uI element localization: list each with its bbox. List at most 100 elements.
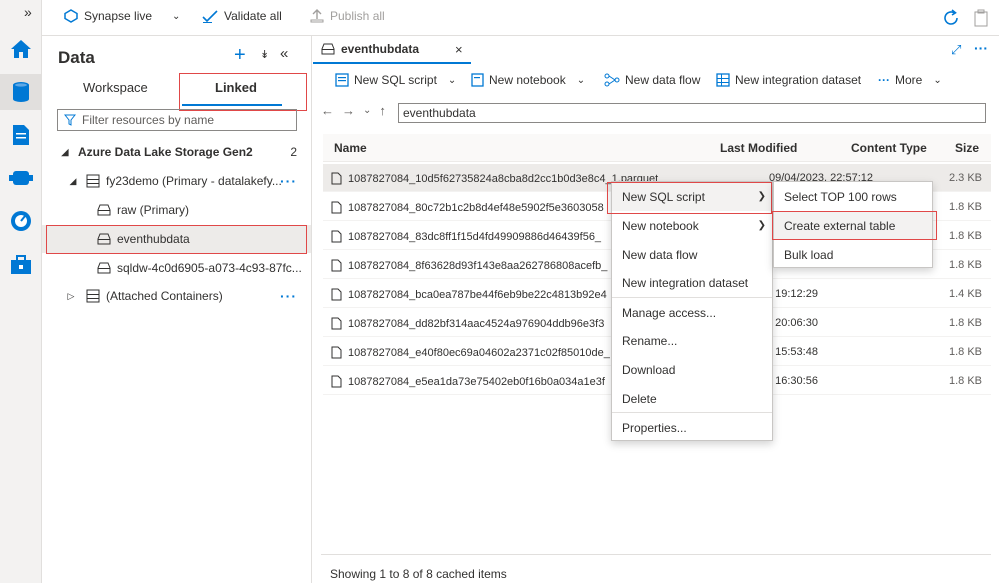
forward-arrow-icon[interactable]: →: [342, 103, 355, 118]
new-notebook-button[interactable]: New notebook ⌄: [470, 73, 585, 87]
filter-placeholder: Filter resources by name: [82, 113, 215, 127]
more-dots-icon: ···: [878, 73, 890, 87]
section-label: Azure Data Lake Storage Gen2: [78, 145, 253, 159]
file-size: 1.8 KB: [949, 201, 983, 213]
manage-hub-icon[interactable]: [6, 250, 36, 280]
command-bar: New SQL script ⌄ New notebook ⌄ New data…: [313, 66, 999, 96]
menu-item-label: New notebook: [622, 218, 699, 233]
status-bar: Showing 1 to 8 of 8 cached items: [321, 554, 991, 581]
collapse-caret-icon: ◢: [69, 175, 77, 186]
column-header-content-type[interactable]: Content Type: [851, 141, 927, 155]
expand-rail-icon[interactable]: »: [24, 4, 32, 20]
container-icon: [321, 43, 335, 55]
submenu-item-bulk-load[interactable]: Bulk load: [774, 240, 932, 269]
data-hub-icon[interactable]: [0, 74, 42, 110]
back-arrow-icon[interactable]: ←: [321, 103, 334, 118]
add-resource-icon[interactable]: +: [234, 44, 246, 67]
new-integration-dataset-label: New integration dataset: [735, 73, 862, 87]
path-input[interactable]: eventhubdata: [398, 103, 986, 123]
file-name: 1087827084_8f63628d93f143e8aa262786808ac…: [348, 259, 608, 272]
highlight-box-create-external-table: [772, 211, 937, 240]
more-commands-button[interactable]: ··· More ⌄: [878, 73, 942, 87]
menu-item-new-integration-dataset[interactable]: New integration dataset: [612, 268, 772, 297]
menu-item-new-data-flow[interactable]: New data flow: [612, 240, 772, 269]
tab-workspace[interactable]: Workspace: [83, 80, 148, 95]
synapse-icon: [64, 9, 78, 23]
menu-item-manage-access[interactable]: Manage access...: [612, 298, 772, 327]
file-size: 2.3 KB: [949, 172, 983, 184]
container-icon: [97, 204, 111, 216]
menu-item-label: Delete: [622, 391, 657, 406]
data-flow-icon: [604, 73, 620, 87]
file-icon: [331, 230, 342, 243]
context-menu: New SQL script ❯ New notebook ❯ New data f…: [611, 181, 773, 441]
monitor-hub-icon[interactable]: [6, 206, 36, 236]
storage-account-icon: [86, 289, 100, 303]
collapse-all-icon[interactable]: ↡: [260, 48, 269, 61]
notebook-icon: [471, 73, 484, 87]
tree-item-attached-containers[interactable]: ▷ (Attached Containers) ···: [42, 282, 311, 310]
column-header-last-modified[interactable]: Last Modified: [720, 141, 797, 155]
submenu-item-label: Select TOP 100 rows: [784, 189, 897, 204]
home-icon[interactable]: [6, 34, 36, 64]
menu-item-delete[interactable]: Delete: [612, 384, 772, 413]
validate-icon: [202, 10, 218, 23]
history-chevron-icon[interactable]: ⌄: [363, 105, 371, 116]
refresh-icon[interactable]: [942, 9, 960, 27]
chevron-down-icon: ⌄: [933, 74, 942, 86]
menu-item-label: New data flow: [622, 247, 698, 262]
validate-all-button[interactable]: Validate all: [202, 9, 282, 23]
close-icon[interactable]: ×: [455, 42, 463, 57]
develop-hub-icon[interactable]: [6, 120, 36, 150]
top-toolbar: Synapse live ⌄ Validate all Publish all: [42, 0, 999, 36]
tree-item-container[interactable]: raw (Primary): [42, 196, 311, 224]
tab-eventhubdata[interactable]: eventhubdata ×: [313, 36, 471, 64]
file-table-header: Name Last Modified Content Type Size: [323, 134, 991, 162]
new-data-flow-button[interactable]: New data flow: [604, 73, 700, 87]
file-name: 1087827084_dd82bf314aac4524a976904ddb96e…: [348, 317, 605, 330]
menu-item-rename[interactable]: Rename...: [612, 326, 772, 355]
publish-all-button[interactable]: Publish all: [310, 9, 385, 23]
status-text: Showing 1 to 8 of 8 cached items: [330, 567, 507, 581]
column-header-size[interactable]: Size: [955, 141, 979, 155]
menu-item-label: Download: [622, 362, 676, 377]
synapse-live-button[interactable]: Synapse live ⌄: [64, 9, 180, 23]
container-icon: [97, 262, 111, 274]
maximize-icon[interactable]: ⤢: [951, 42, 961, 58]
dataset-icon: [716, 73, 730, 87]
highlight-box-selected-container: [46, 225, 307, 254]
chevron-down-icon: ⌄: [172, 10, 181, 22]
section-adls-gen2[interactable]: ◢ Azure Data Lake Storage Gen2 2: [42, 138, 311, 166]
integrate-hub-icon[interactable]: [6, 163, 36, 193]
new-sql-script-button[interactable]: New SQL script ⌄: [335, 73, 456, 87]
file-size: 1.8 KB: [949, 230, 983, 242]
navigation-controls: ← → ⌄ ↑: [321, 103, 386, 118]
menu-item-new-notebook[interactable]: New notebook ❯: [612, 211, 772, 240]
tab-more-icon[interactable]: ···: [974, 40, 988, 56]
menu-item-download[interactable]: Download: [612, 355, 772, 384]
filter-icon: [64, 114, 76, 126]
pane-title: Data: [58, 48, 95, 67]
new-integration-dataset-button[interactable]: New integration dataset: [716, 73, 861, 87]
collapse-pane-icon[interactable]: «: [280, 45, 288, 62]
section-count: 2: [290, 145, 297, 159]
submenu-item-label: Bulk load: [784, 247, 834, 262]
tree-item-account[interactable]: ◢ fy23demo (Primary - datalakefy... ···: [42, 167, 311, 195]
sql-script-icon: [335, 73, 349, 87]
file-icon: [331, 346, 342, 359]
synapse-live-label: Synapse live: [84, 9, 153, 23]
column-header-name[interactable]: Name: [334, 141, 367, 155]
file-name: 1087827084_80c72b1c2b8d4ef48e5902f5e3603…: [348, 201, 604, 214]
up-arrow-icon[interactable]: ↑: [379, 103, 386, 118]
filter-input[interactable]: Filter resources by name: [57, 109, 297, 131]
more-actions-icon[interactable]: ···: [280, 173, 297, 189]
more-actions-icon[interactable]: ···: [280, 288, 297, 304]
tree-item-container[interactable]: sqldw-4c0d6905-a073-4c93-87fc...: [42, 254, 311, 282]
menu-item-properties[interactable]: Properties...: [612, 413, 772, 442]
submenu-item-select-top-100[interactable]: Select TOP 100 rows: [774, 182, 932, 211]
file-modified: , 19:12:29: [769, 288, 818, 300]
attached-label: (Attached Containers): [106, 289, 223, 303]
more-label: More: [895, 73, 923, 87]
new-notebook-label: New notebook: [489, 73, 566, 87]
discard-icon[interactable]: [974, 9, 988, 27]
